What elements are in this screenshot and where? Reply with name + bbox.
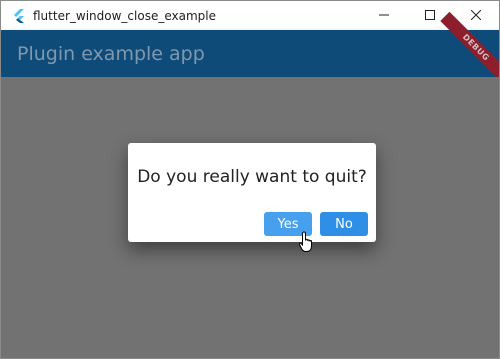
window-title: flutter_window_close_example [33,8,216,23]
minimize-button[interactable] [361,1,407,30]
window-titlebar[interactable]: flutter_window_close_example [1,1,499,30]
app-bar: Plugin example app DEBUG [1,11,499,84]
flutter-logo-icon [11,8,27,24]
hand-pointer-icon [298,231,316,253]
no-button[interactable]: No [320,212,368,236]
close-icon [470,7,482,25]
dialog-message: Do you really want to quit? [137,167,367,187]
page-title: Plugin example app [17,42,205,65]
app-window: flutter_window_close_example Plugin exam… [0,0,500,359]
maximize-icon [425,7,435,25]
window-controls [361,1,499,30]
dialog-actions: Yes No [264,212,368,236]
minimize-icon [379,7,389,25]
quit-confirm-dialog: Do you really want to quit? Yes No [128,143,376,242]
